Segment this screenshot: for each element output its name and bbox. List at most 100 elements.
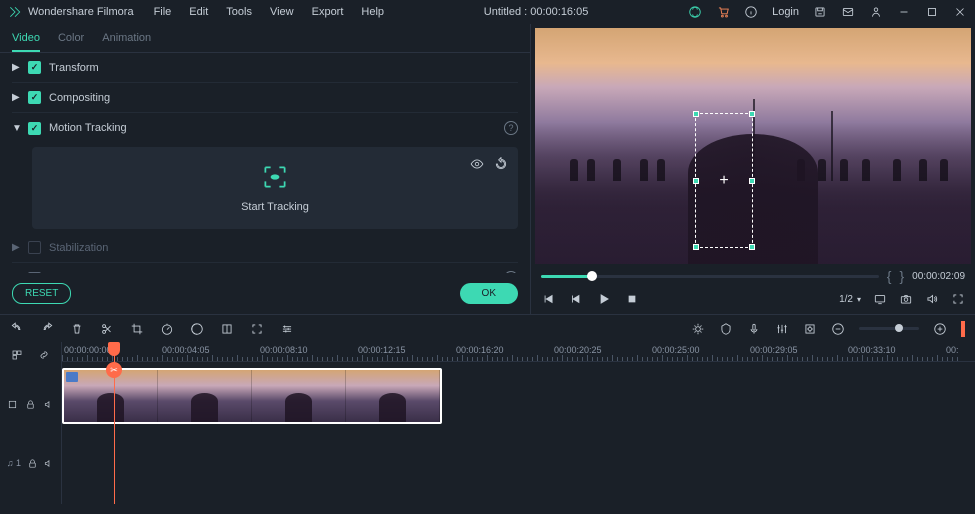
delete-icon[interactable]: [70, 322, 84, 336]
chroma-key-row[interactable]: Chroma Key ?: [12, 263, 518, 273]
audio-track[interactable]: [62, 444, 975, 470]
zoom-slider[interactable]: [859, 327, 919, 330]
tracker-handle[interactable]: [693, 244, 699, 250]
speed-icon[interactable]: [160, 322, 174, 336]
adjust-icon[interactable]: [280, 322, 294, 336]
video-track[interactable]: [62, 368, 975, 428]
display-icon[interactable]: [873, 292, 887, 306]
expand-arrow-icon[interactable]: [12, 242, 28, 253]
stabilization-checkbox[interactable]: [28, 241, 41, 254]
prev-frame-icon[interactable]: [569, 292, 583, 306]
zoom-in-icon[interactable]: [933, 322, 947, 336]
panel-tabs: Video Color Animation: [0, 24, 530, 53]
undo-icon[interactable]: [10, 322, 24, 336]
preview-viewport[interactable]: +: [535, 28, 971, 264]
voiceover-icon[interactable]: [747, 322, 761, 336]
scrub-thumb[interactable]: [587, 271, 597, 281]
message-icon[interactable]: [841, 5, 855, 19]
expand-arrow-icon[interactable]: [12, 92, 28, 103]
zoom-ratio-select[interactable]: 1/2▾: [839, 294, 861, 305]
reset-loop-icon[interactable]: [494, 157, 508, 171]
redo-icon[interactable]: [40, 322, 54, 336]
ruler-mark: 00:00:12:15: [358, 345, 406, 355]
tracker-handle[interactable]: [693, 111, 699, 117]
mixer-icon[interactable]: [775, 322, 789, 336]
play-icon[interactable]: [597, 292, 611, 306]
transform-row[interactable]: Transform: [12, 53, 518, 83]
save-icon[interactable]: [813, 5, 827, 19]
tracker-handle[interactable]: [749, 244, 755, 250]
timeline-tracks[interactable]: 00:00:00:00 00:00:04:05 00:00:08:10 00:0…: [62, 342, 975, 504]
compositing-checkbox[interactable]: [28, 91, 41, 104]
split-icon[interactable]: [100, 322, 114, 336]
motion-tracking-row[interactable]: Motion Tracking ?: [12, 113, 518, 143]
zoom-out-icon[interactable]: [831, 322, 845, 336]
playhead-handle[interactable]: [108, 342, 120, 356]
transform-checkbox[interactable]: [28, 61, 41, 74]
menu-view[interactable]: View: [270, 6, 294, 18]
app-name: Wondershare Filmora: [28, 6, 134, 18]
maximize-icon[interactable]: [925, 5, 939, 19]
mark-in-icon[interactable]: {: [887, 268, 892, 284]
help-icon[interactable]: ?: [504, 121, 518, 135]
track-lock-icon[interactable]: [27, 458, 38, 469]
ok-button[interactable]: OK: [460, 283, 518, 304]
reset-button[interactable]: RESET: [12, 283, 71, 304]
track-manager-icon[interactable]: [11, 349, 23, 361]
menu-tools[interactable]: Tools: [226, 6, 252, 18]
track-lock-icon[interactable]: [25, 399, 36, 410]
support-icon[interactable]: [688, 5, 702, 19]
tab-animation[interactable]: Animation: [102, 32, 151, 52]
expand-icon[interactable]: [250, 322, 264, 336]
mark-out-icon[interactable]: }: [899, 268, 904, 284]
login-button[interactable]: Login: [772, 6, 799, 18]
ruler-mark: 00:00:20:25: [554, 345, 602, 355]
link-icon[interactable]: [38, 349, 50, 361]
volume-icon[interactable]: [925, 292, 939, 306]
playhead-split-icon[interactable]: [106, 362, 122, 378]
menu-file[interactable]: File: [154, 6, 172, 18]
tracker-handle[interactable]: [749, 111, 755, 117]
motion-tracker-box[interactable]: +: [695, 113, 753, 248]
profile-icon[interactable]: [869, 5, 883, 19]
fullscreen-icon[interactable]: [951, 292, 965, 306]
zoom-thumb[interactable]: [895, 324, 903, 332]
start-tracking-label[interactable]: Start Tracking: [241, 201, 309, 213]
crop-icon[interactable]: [130, 322, 144, 336]
start-tracking-icon[interactable]: [261, 163, 289, 191]
color-icon[interactable]: [190, 322, 204, 336]
motion-tracking-checkbox[interactable]: [28, 122, 41, 135]
menu-edit[interactable]: Edit: [189, 6, 208, 18]
menu-help[interactable]: Help: [361, 6, 384, 18]
keyframe-icon[interactable]: [803, 322, 817, 336]
minimize-icon[interactable]: [897, 5, 911, 19]
cart-icon[interactable]: [716, 5, 730, 19]
tracker-handle[interactable]: [693, 178, 699, 184]
tracker-handle[interactable]: [749, 178, 755, 184]
render-icon[interactable]: [691, 322, 705, 336]
titlebar: Wondershare Filmora File Edit Tools View…: [0, 0, 975, 24]
track-mute-icon[interactable]: [43, 458, 54, 469]
tab-video[interactable]: Video: [12, 32, 40, 52]
timeline-ruler[interactable]: 00:00:00:00 00:00:04:05 00:00:08:10 00:0…: [62, 342, 975, 362]
video-clip[interactable]: [62, 368, 442, 424]
compositing-row[interactable]: Compositing: [12, 83, 518, 113]
stop-icon[interactable]: [625, 292, 639, 306]
info-icon[interactable]: [744, 5, 758, 19]
tracker-center-icon[interactable]: +: [719, 172, 728, 190]
collapse-arrow-icon[interactable]: [12, 123, 28, 134]
track-mute-icon[interactable]: [43, 399, 54, 410]
close-icon[interactable]: [953, 5, 967, 19]
scrub-track[interactable]: [541, 275, 879, 278]
visibility-icon[interactable]: [470, 157, 484, 171]
playhead[interactable]: [114, 342, 115, 504]
tab-color[interactable]: Color: [58, 32, 84, 52]
expand-arrow-icon[interactable]: [12, 62, 28, 73]
menu-export[interactable]: Export: [312, 6, 344, 18]
preview-scrubber: { } 00:00:02:09: [535, 264, 971, 288]
green-screen-icon[interactable]: [220, 322, 234, 336]
snapshot-icon[interactable]: [899, 292, 913, 306]
track-target-icon[interactable]: [7, 399, 18, 410]
marker-icon[interactable]: [719, 322, 733, 336]
step-back-icon[interactable]: [541, 292, 555, 306]
